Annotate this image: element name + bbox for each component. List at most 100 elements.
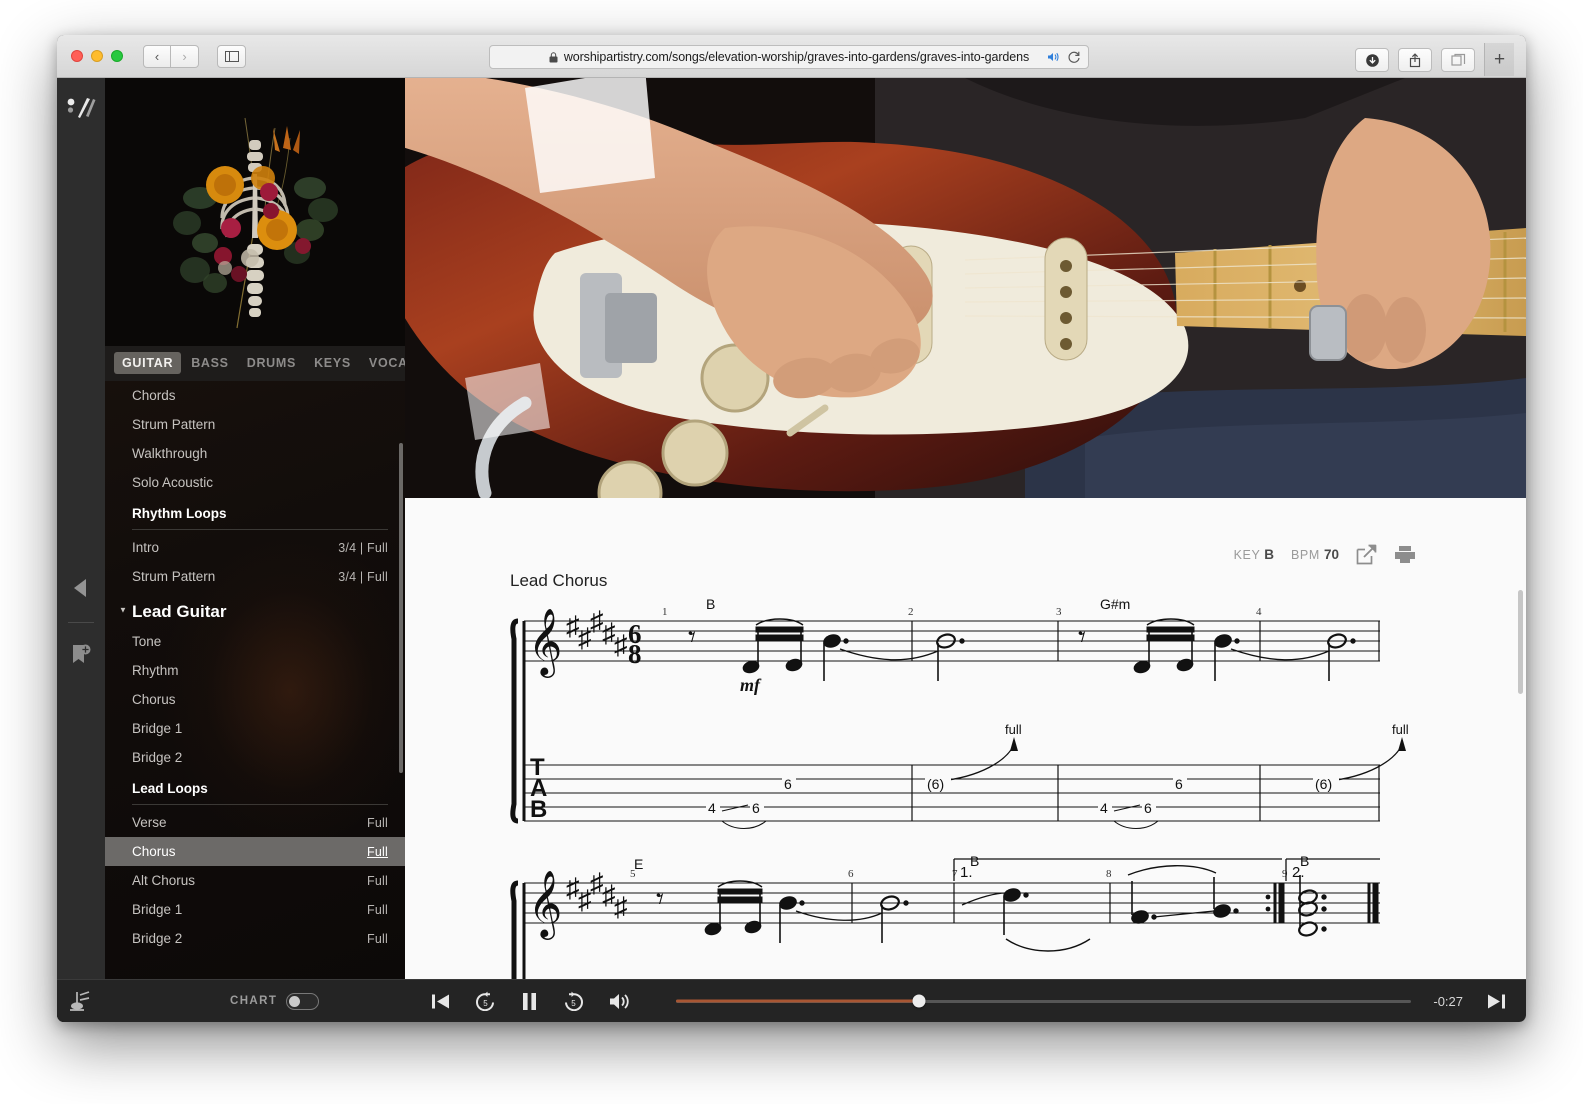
close-window-button[interactable] [71, 50, 83, 62]
print-button[interactable] [1394, 545, 1416, 564]
svg-text:B: B [530, 796, 547, 823]
list-item-bridge-2[interactable]: Bridge 2 [105, 743, 405, 772]
metronome-button[interactable] [57, 989, 105, 1013]
content-scrollbar-upper[interactable] [1518, 590, 1523, 694]
collapse-sidebar-button[interactable] [71, 577, 91, 604]
tabs-icon [1451, 53, 1466, 67]
print-icon [1394, 545, 1416, 564]
new-tab-button[interactable]: + [1484, 43, 1514, 76]
svg-text:6: 6 [752, 800, 760, 816]
app-body: GUITAR BASS DRUMS KEYS VOCALS Chords Str… [57, 78, 1526, 1022]
list-item-loop-bridge-1[interactable]: Bridge 1 Full [105, 895, 405, 924]
tab-keys[interactable]: KEYS [306, 352, 359, 374]
list-item-tone[interactable]: Tone [105, 627, 405, 656]
rail-divider [68, 622, 94, 623]
svg-text:(6): (6) [1315, 776, 1332, 792]
list-item-strum-pattern[interactable]: Strum Pattern [105, 410, 405, 439]
browser-titlebar: ‹ › worshipartistry.com/songs/elevation-… [57, 35, 1526, 78]
list-item-label: Strum Pattern [132, 569, 215, 584]
volume-button[interactable] [609, 992, 631, 1011]
list-item-loop-alt-chorus[interactable]: Alt Chorus Full [105, 866, 405, 895]
chart-toggle-switch[interactable] [286, 993, 319, 1010]
list-item-strum-pattern-loop[interactable]: Strum Pattern 3/4 | Full [105, 562, 405, 591]
list-item-rhythm[interactable]: Rhythm [105, 656, 405, 685]
bpm-value: 70 [1324, 547, 1339, 562]
svg-text:7: 7 [952, 868, 958, 880]
play-pause-button[interactable] [521, 992, 538, 1011]
audio-playing-icon[interactable] [1047, 51, 1061, 63]
list-item-loop-bridge-2[interactable]: Bridge 2 Full [105, 924, 405, 953]
reload-icon[interactable] [1068, 51, 1081, 64]
list-item-meta: Full [367, 932, 388, 946]
list-item-label: Intro [132, 540, 159, 555]
open-in-new-window-button[interactable] [1356, 544, 1377, 565]
logo-icon [66, 96, 96, 124]
tab-vocals[interactable]: VOCALS [361, 352, 405, 374]
list-item-solo-acoustic[interactable]: Solo Acoustic [105, 468, 405, 497]
list-item-label: Chords [132, 388, 176, 403]
forward-button[interactable]: › [171, 45, 199, 68]
chart-toggle-label: CHART [230, 995, 277, 1007]
list-item-chorus[interactable]: Chorus [105, 685, 405, 714]
worship-artistry-logo[interactable] [66, 96, 96, 129]
svg-text:full: full [1392, 722, 1409, 737]
volume-icon [609, 992, 631, 1011]
list-item-walkthrough[interactable]: Walkthrough [105, 439, 405, 468]
add-bookmark-button[interactable] [69, 643, 93, 672]
back-button[interactable]: ‹ [143, 45, 171, 68]
share-button[interactable] [1398, 48, 1432, 72]
section-heading-label: Lead Guitar [132, 602, 226, 621]
svg-text:5: 5 [484, 999, 489, 1008]
list-item-chords[interactable]: Chords [105, 381, 405, 410]
skip-to-start-button[interactable] [431, 993, 450, 1010]
maximize-window-button[interactable] [111, 50, 123, 62]
downloads-button[interactable] [1355, 48, 1389, 72]
minimize-window-button[interactable] [91, 50, 103, 62]
svg-text:6: 6 [1144, 800, 1152, 816]
lesson-video[interactable] [405, 78, 1526, 498]
sidebar-toggle-button[interactable] [217, 45, 246, 68]
song-sidebar: GUITAR BASS DRUMS KEYS VOCALS Chords Str… [105, 78, 405, 1022]
list-item-meta: Full [367, 903, 388, 917]
rewind-5-button[interactable]: 5 [475, 991, 496, 1011]
add-bookmark-icon [69, 643, 93, 667]
svg-text:𝄾: 𝄾 [1078, 621, 1086, 654]
url-text: worshipartistry.com/songs/elevation-wors… [564, 50, 1029, 64]
tab-bass[interactable]: BASS [183, 352, 237, 374]
list-item-loop-chorus[interactable]: Chorus Full [105, 837, 405, 866]
skip-to-end-button[interactable] [1487, 993, 1506, 1010]
toolbar-right-buttons: + [1355, 44, 1514, 76]
list-item-bridge-1[interactable]: Bridge 1 [105, 714, 405, 743]
address-bar[interactable]: worshipartistry.com/songs/elevation-wors… [489, 45, 1089, 69]
sidebar-scrollbar[interactable] [399, 443, 403, 773]
chart-header: KEY B BPM 70 [405, 498, 1526, 565]
list-item-label: Chorus [132, 844, 176, 859]
list-item-loop-verse[interactable]: Verse Full [105, 808, 405, 837]
key-readout: KEY B [1234, 547, 1274, 562]
svg-text:2.: 2. [1292, 864, 1305, 881]
svg-text:𝄾: 𝄾 [656, 883, 664, 916]
svg-text:8: 8 [1106, 868, 1112, 880]
toggle-knob [289, 996, 300, 1007]
list-item-intro[interactable]: Intro 3/4 | Full [105, 533, 405, 562]
svg-text:full: full [1005, 722, 1022, 737]
score-notation: 𝄞 ♯ ♯ ♯ ♯ ♯ 6 8 [510, 599, 1410, 1019]
forward-5-button[interactable]: 5 [563, 991, 584, 1011]
playback-progress-slider[interactable] [676, 992, 1411, 1010]
metronome-icon [69, 989, 93, 1013]
tab-drums[interactable]: DRUMS [239, 352, 304, 374]
list-item-meta: Full [367, 816, 388, 830]
section-divider [132, 529, 388, 530]
tab-guitar[interactable]: GUITAR [114, 352, 181, 374]
svg-text:5: 5 [572, 999, 577, 1008]
svg-text:B: B [706, 599, 715, 612]
progress-knob[interactable] [912, 995, 925, 1008]
list-item-label: Bridge 2 [132, 931, 182, 946]
key-value: B [1264, 547, 1274, 562]
navigation-buttons: ‹ › [143, 45, 199, 68]
svg-text:G#m: G#m [1100, 599, 1130, 612]
list-item-label: Verse [132, 815, 167, 830]
show-tabs-button[interactable] [1441, 48, 1475, 72]
svg-text:4: 4 [708, 800, 716, 816]
section-heading-lead-guitar[interactable]: ▼ Lead Guitar [105, 591, 405, 627]
